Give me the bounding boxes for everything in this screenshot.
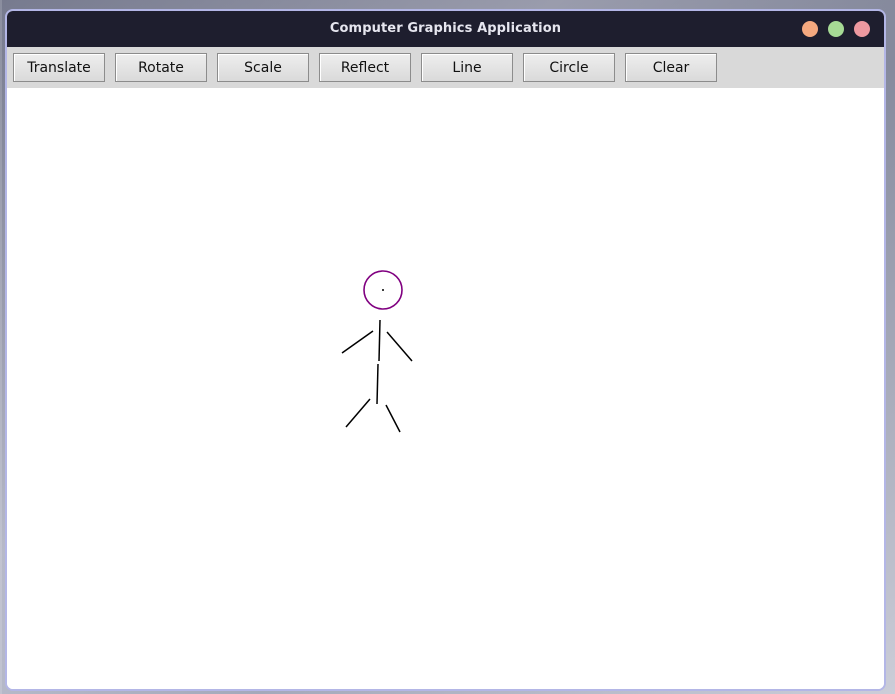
figure-upper-body [378,319,381,362]
rotate-button[interactable]: Rotate [115,53,207,82]
figure-left-leg [345,398,371,428]
line-button[interactable]: Line [421,53,513,82]
app-window: Computer Graphics Application Translate … [5,9,886,691]
figure-right-leg [385,404,401,433]
scale-button[interactable]: Scale [217,53,309,82]
figure-right-arm [386,331,413,362]
minimize-button[interactable] [802,21,818,37]
maximize-button[interactable] [828,21,844,37]
translate-button[interactable]: Translate [13,53,105,82]
reflect-button[interactable]: Reflect [319,53,411,82]
clear-button[interactable]: Clear [625,53,717,82]
toolbar: Translate Rotate Scale Reflect Line Circ… [7,47,884,88]
figure-left-arm [341,330,374,354]
window-title: Computer Graphics Application [329,21,562,36]
figure-lower-body [376,363,379,405]
canvas-drawing [341,270,413,433]
drawing-canvas[interactable] [7,88,884,689]
circle-button[interactable]: Circle [523,53,615,82]
title-bar[interactable]: Computer Graphics Application [7,11,884,47]
close-button[interactable] [854,21,870,37]
head-center-point [382,289,384,291]
